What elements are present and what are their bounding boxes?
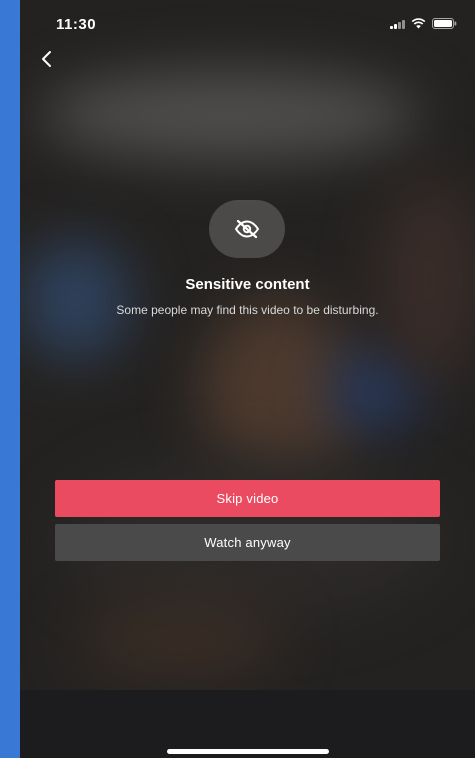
back-button[interactable]	[34, 46, 60, 72]
status-bar: 11:30	[20, 0, 475, 44]
watch-anyway-button[interactable]: Watch anyway	[55, 524, 440, 561]
eye-off-icon	[209, 200, 285, 258]
bottom-bar	[20, 690, 475, 758]
device-frame: 11:30 Sensitive content Some people may …	[0, 0, 475, 758]
sensitive-title: Sensitive content	[185, 276, 310, 293]
signal-icon	[390, 19, 405, 29]
status-icons	[390, 18, 457, 29]
chevron-left-icon	[42, 51, 51, 67]
blurred-video-background	[20, 0, 475, 690]
sensitive-description: Some people may find this video to be di…	[116, 303, 379, 317]
home-indicator[interactable]	[167, 749, 329, 754]
status-time: 11:30	[56, 16, 97, 33]
phone-screen: 11:30 Sensitive content Some people may …	[20, 0, 475, 758]
skip-video-button[interactable]: Skip video	[55, 480, 440, 517]
battery-icon	[432, 18, 457, 29]
wifi-icon	[411, 18, 426, 29]
